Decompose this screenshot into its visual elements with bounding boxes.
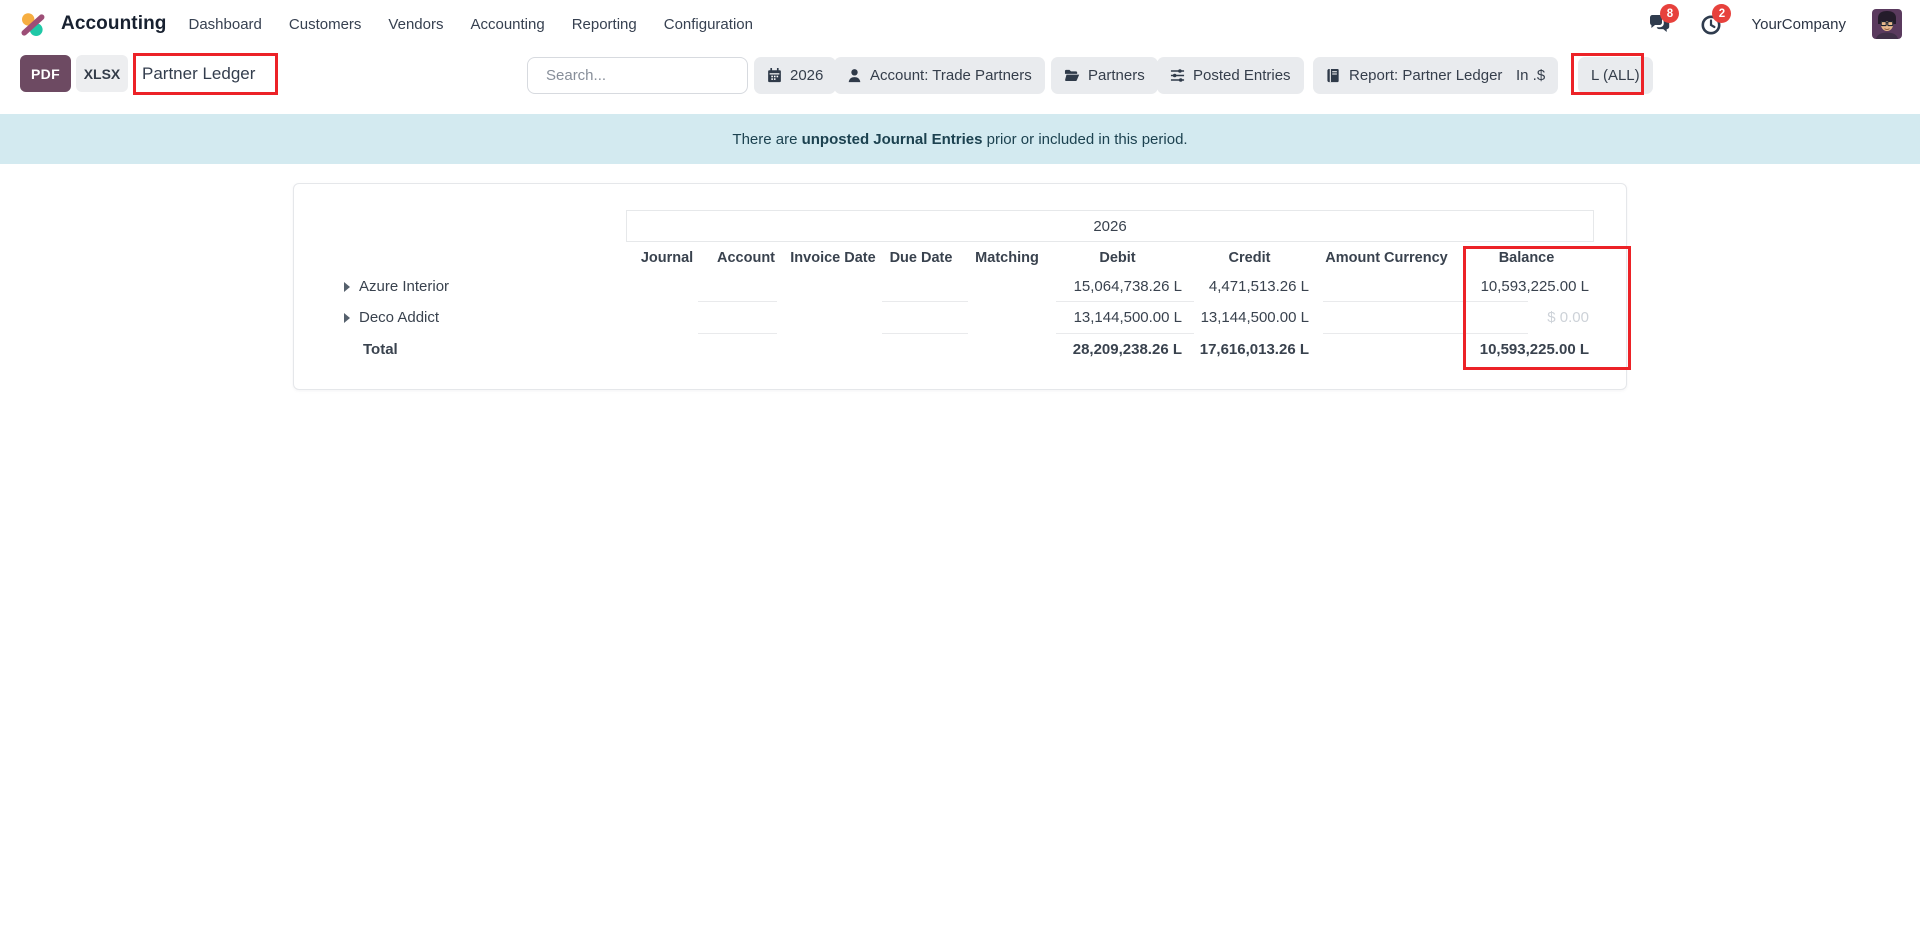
empty-cell-underline: [1323, 333, 1528, 334]
empty-cell-underline: [698, 333, 777, 334]
filter-report-type-label: Report: Partner Ledger: [1349, 67, 1502, 84]
partner-name: Azure Interior: [359, 278, 449, 295]
unposted-entries-banner: There are unposted Journal Entries prior…: [0, 114, 1920, 164]
filter-ledger-all-label: L (ALL): [1591, 67, 1640, 84]
col-journal: Journal: [631, 250, 703, 266]
partner-toggle[interactable]: Deco Addict: [294, 309, 631, 326]
export-xlsx-button[interactable]: XLSX: [76, 55, 128, 92]
filter-currency-label: In .$: [1516, 67, 1545, 84]
messages-badge: 8: [1660, 4, 1679, 23]
partner-ledger-card: 2026 Journal Account Invoice Date Due Da…: [293, 183, 1627, 390]
avatar-image: [1872, 9, 1902, 39]
filter-partners-label: Partners: [1088, 67, 1145, 84]
total-debit: 28,209,238.26 L: [1049, 341, 1186, 358]
filter-posted-entries[interactable]: Posted Entries: [1157, 57, 1304, 94]
company-switcher[interactable]: YourCompany: [1751, 16, 1846, 33]
col-debit: Debit: [1049, 250, 1186, 266]
period-header: 2026: [626, 210, 1594, 242]
filter-partners[interactable]: Partners: [1051, 57, 1158, 94]
menu-reporting[interactable]: Reporting: [572, 16, 637, 33]
col-due-date: Due Date: [877, 250, 965, 266]
control-panel: PDF XLSX Partner Ledger 2026: [0, 48, 1920, 104]
credit-value: 4,471,513.26 L: [1186, 278, 1313, 295]
col-balance: Balance: [1460, 250, 1593, 266]
menu-dashboard[interactable]: Dashboard: [189, 16, 262, 33]
col-credit: Credit: [1186, 250, 1313, 266]
report-title: Partner Ledger: [142, 55, 255, 92]
top-navbar: Accounting Dashboard Customers Vendors A…: [0, 0, 1920, 48]
filter-account-label: Account: Trade Partners: [870, 67, 1032, 84]
user-avatar[interactable]: [1872, 9, 1902, 39]
book-icon: [1326, 68, 1341, 83]
empty-cell-underline: [882, 301, 968, 302]
filter-ledger-all[interactable]: L (ALL): [1578, 57, 1653, 94]
debit-value: 15,064,738.26 L: [1049, 278, 1186, 295]
total-credit: 17,616,013.26 L: [1186, 341, 1313, 358]
menu-vendors[interactable]: Vendors: [388, 16, 443, 33]
filter-posted-entries-label: Posted Entries: [1193, 67, 1291, 84]
filter-currency[interactable]: In .$: [1503, 57, 1558, 94]
debit-value: 13,144,500.00 L: [1049, 309, 1186, 326]
menu-accounting[interactable]: Accounting: [470, 16, 544, 33]
search-input[interactable]: [546, 67, 745, 84]
filter-period[interactable]: 2026: [754, 57, 836, 94]
empty-cell-underline: [1323, 301, 1528, 302]
folder-icon: [1064, 68, 1080, 83]
col-account: Account: [703, 250, 789, 266]
app-title[interactable]: Accounting: [61, 13, 167, 35]
menu-customers[interactable]: Customers: [289, 16, 362, 33]
total-label: Total: [294, 341, 631, 358]
sliders-icon: [1170, 68, 1185, 83]
balance-value-muted: $ 0.00: [1460, 309, 1593, 326]
partner-name: Deco Addict: [359, 309, 439, 326]
export-pdf-button[interactable]: PDF: [20, 55, 71, 92]
table-row-total: Total 28,209,238.26 L 17,616,013.26 L 10…: [294, 333, 1593, 365]
caret-right-icon: [344, 313, 350, 323]
caret-right-icon: [344, 282, 350, 292]
empty-cell-underline: [1056, 301, 1194, 302]
partner-toggle[interactable]: Azure Interior: [294, 278, 631, 295]
activities-badge: 2: [1712, 4, 1731, 23]
filter-report-type[interactable]: Report: Partner Ledger: [1313, 57, 1515, 94]
table-header-row: Journal Account Invoice Date Due Date Ma…: [294, 245, 1593, 271]
user-icon: [847, 68, 862, 83]
search-bar[interactable]: [527, 57, 748, 94]
activities-button[interactable]: 2: [1699, 11, 1725, 37]
total-balance: 10,593,225.00 L: [1460, 341, 1593, 358]
empty-cell-underline: [882, 333, 968, 334]
filter-account[interactable]: Account: Trade Partners: [834, 57, 1045, 94]
accounting-app-icon[interactable]: [20, 11, 46, 37]
credit-value: 13,144,500.00 L: [1186, 309, 1313, 326]
col-matching: Matching: [965, 250, 1049, 266]
col-amount-currency: Amount Currency: [1313, 250, 1460, 266]
filter-period-label: 2026: [790, 67, 823, 84]
table-row-deco-addict: Deco Addict 13,144,500.00 L 13,144,500.0…: [294, 302, 1593, 333]
table-row-azure-interior: Azure Interior 15,064,738.26 L 4,471,513…: [294, 271, 1593, 302]
banner-text: There are unposted Journal Entries prior…: [732, 131, 1187, 148]
calendar-icon: [767, 68, 782, 83]
col-invoice-date: Invoice Date: [789, 250, 877, 266]
empty-cell-underline: [1056, 333, 1194, 334]
empty-cell-underline: [698, 301, 777, 302]
messages-button[interactable]: 8: [1647, 11, 1673, 37]
navbar-right: 8 2 YourCompany: [1647, 9, 1902, 39]
balance-value: 10,593,225.00 L: [1460, 278, 1593, 295]
page: Accounting Dashboard Customers Vendors A…: [0, 0, 1920, 944]
menu-configuration[interactable]: Configuration: [664, 16, 753, 33]
main-menu: Dashboard Customers Vendors Accounting R…: [189, 16, 753, 33]
